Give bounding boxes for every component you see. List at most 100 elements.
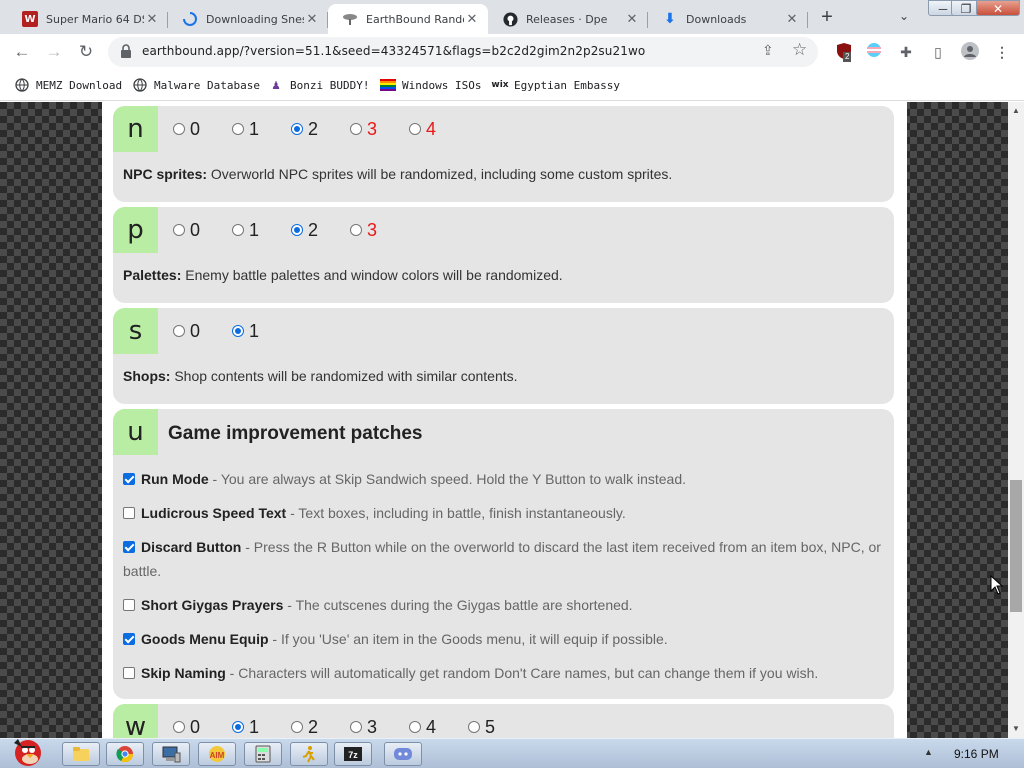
back-arrow-icon[interactable]: ← [12,42,32,62]
patch-row[interactable]: Run Mode - You are always at Skip Sandwi… [123,467,883,491]
taskbar-clock[interactable]: 9:16 PM [954,747,999,761]
close-window-button[interactable]: ✕ [976,0,1020,16]
radio-option-s-1[interactable]: 1 [232,321,291,342]
close-icon[interactable]: ✕ [624,12,640,27]
radio-option-p-3[interactable]: 3 [350,220,409,241]
scroll-up-arrow-icon[interactable]: ▲ [1008,104,1024,118]
radio-button[interactable] [232,123,244,135]
radio-option-n-0[interactable]: 0 [173,119,232,140]
radio-button[interactable] [468,721,480,733]
radio-option-w-5[interactable]: 5 [468,717,527,738]
radio-button[interactable] [291,123,303,135]
tab-releases[interactable]: Releases · Dpe ✕ [488,4,648,34]
radio-button[interactable] [291,224,303,236]
scroll-down-arrow-icon[interactable]: ▼ [1008,722,1024,736]
radio-option-w-3[interactable]: 3 [350,717,409,738]
chrome-icon[interactable] [106,742,144,766]
close-icon[interactable]: ✕ [464,12,480,27]
patch-name: Run Mode [141,471,209,487]
radio-label: 0 [190,320,201,341]
earthbound-icon [342,11,358,27]
bookmark-egyptian-embassy[interactable]: wix Egyptian Embassy [491,77,620,93]
close-icon[interactable]: ✕ [784,12,800,27]
radio-button[interactable] [350,123,362,135]
radio-button[interactable] [350,224,362,236]
scrollbar-thumb[interactable] [1010,480,1022,612]
profile-avatar-icon[interactable] [960,42,980,62]
radio-option-n-1[interactable]: 1 [232,119,291,140]
radio-option-w-4[interactable]: 4 [409,717,468,738]
angry-bird-start-icon[interactable] [2,733,50,767]
radio-button[interactable] [409,721,421,733]
tab-downloads[interactable]: ⬇ Downloads ✕ [648,4,808,34]
patch-checkbox[interactable] [123,667,135,679]
discord-icon[interactable] [384,742,422,766]
tab-earthbound[interactable]: EarthBound Rando ✕ [328,4,488,34]
radio-option-n-4[interactable]: 4 [409,119,468,140]
page-viewport: n 01234 NPC sprites: Overworld NPC sprit… [0,102,1008,738]
bookmark-star-icon[interactable]: ☆ [792,40,807,60]
puzzle-piece-icon[interactable]: ✚ [896,42,916,62]
radio-option-n-3[interactable]: 3 [350,119,409,140]
forward-arrow-icon[interactable]: → [44,42,64,62]
patch-checkbox[interactable] [123,473,135,485]
close-icon[interactable]: ✕ [304,12,320,27]
aim-icon[interactable]: AIM [198,742,236,766]
patch-row[interactable]: Skip Naming - Characters will automatica… [123,661,883,685]
lock-icon[interactable] [120,44,134,60]
radio-button[interactable] [173,123,185,135]
radio-option-s-0[interactable]: 0 [173,321,232,342]
radio-button[interactable] [291,721,303,733]
reload-icon[interactable]: ↻ [76,42,96,62]
side-panel-icon[interactable]: ▯ [928,42,948,62]
patch-row[interactable]: Ludicrous Speed Text - Text boxes, inclu… [123,501,883,525]
flag-letter: n [113,106,158,152]
radio-option-p-2[interactable]: 2 [291,220,350,241]
radio-option-w-1[interactable]: 1 [232,717,291,738]
radio-button[interactable] [409,123,421,135]
tab-super-mario[interactable]: W Super Mario 64 DS ✕ [8,4,168,34]
new-tab-button[interactable]: + [815,6,839,28]
radio-option-w-2[interactable]: 2 [291,717,350,738]
page-scrollbar[interactable]: ▲ ▼ [1008,102,1024,738]
share-icon[interactable]: ⇪ [762,42,774,59]
radio-option-p-1[interactable]: 1 [232,220,291,241]
patch-row[interactable]: Goods Menu Equip - If you 'Use' an item … [123,627,883,651]
radio-option-p-0[interactable]: 0 [173,220,232,241]
radio-button[interactable] [173,721,185,733]
radio-button[interactable] [232,325,244,337]
patch-checkbox[interactable] [123,507,135,519]
kebab-menu-icon[interactable]: ⋮ [992,42,1012,62]
patch-checkbox[interactable] [123,599,135,611]
tab-downloading-snes[interactable]: Downloading Snes ✕ [168,4,328,34]
radio-button[interactable] [232,721,244,733]
patch-name: Ludicrous Speed Text [141,505,287,521]
ublock-icon[interactable]: 2 [834,42,854,62]
close-icon[interactable]: ✕ [144,12,160,27]
radio-button[interactable] [232,224,244,236]
bookmark-bonzi-buddy[interactable]: ♟ Bonzi BUDDY! [268,77,369,93]
patch-row[interactable]: Discard Button - Press the R Button whil… [123,535,883,583]
tray-arrow-icon[interactable]: ▲ [924,747,933,757]
bookmark-memz[interactable]: MEMZ Download [14,77,122,93]
address-bar[interactable]: earthbound.app/?version=51.1&seed=433245… [108,37,818,67]
calculator-icon[interactable] [244,742,282,766]
computer-icon[interactable] [152,742,190,766]
extension-flag-icon[interactable] [864,42,884,62]
description-text: Overworld NPC sprites will be randomized… [207,166,673,182]
radio-button[interactable] [173,224,185,236]
7zip-icon[interactable]: 7z [334,742,372,766]
patch-checkbox[interactable] [123,633,135,645]
chevron-down-icon[interactable]: ⌄ [895,9,913,23]
radio-option-w-0[interactable]: 0 [173,717,232,738]
bonzi-icon: ♟ [272,77,280,93]
patch-checkbox[interactable] [123,541,135,553]
radio-button[interactable] [350,721,362,733]
bookmark-malware-database[interactable]: Malware Database [132,77,260,93]
bookmark-windows-isos[interactable]: Windows ISOs [380,77,481,93]
radio-button[interactable] [173,325,185,337]
patch-row[interactable]: Short Giygas Prayers - The cutscenes dur… [123,593,883,617]
running-man-icon[interactable] [290,742,328,766]
radio-option-n-2[interactable]: 2 [291,119,350,140]
explorer-icon[interactable] [62,742,100,766]
